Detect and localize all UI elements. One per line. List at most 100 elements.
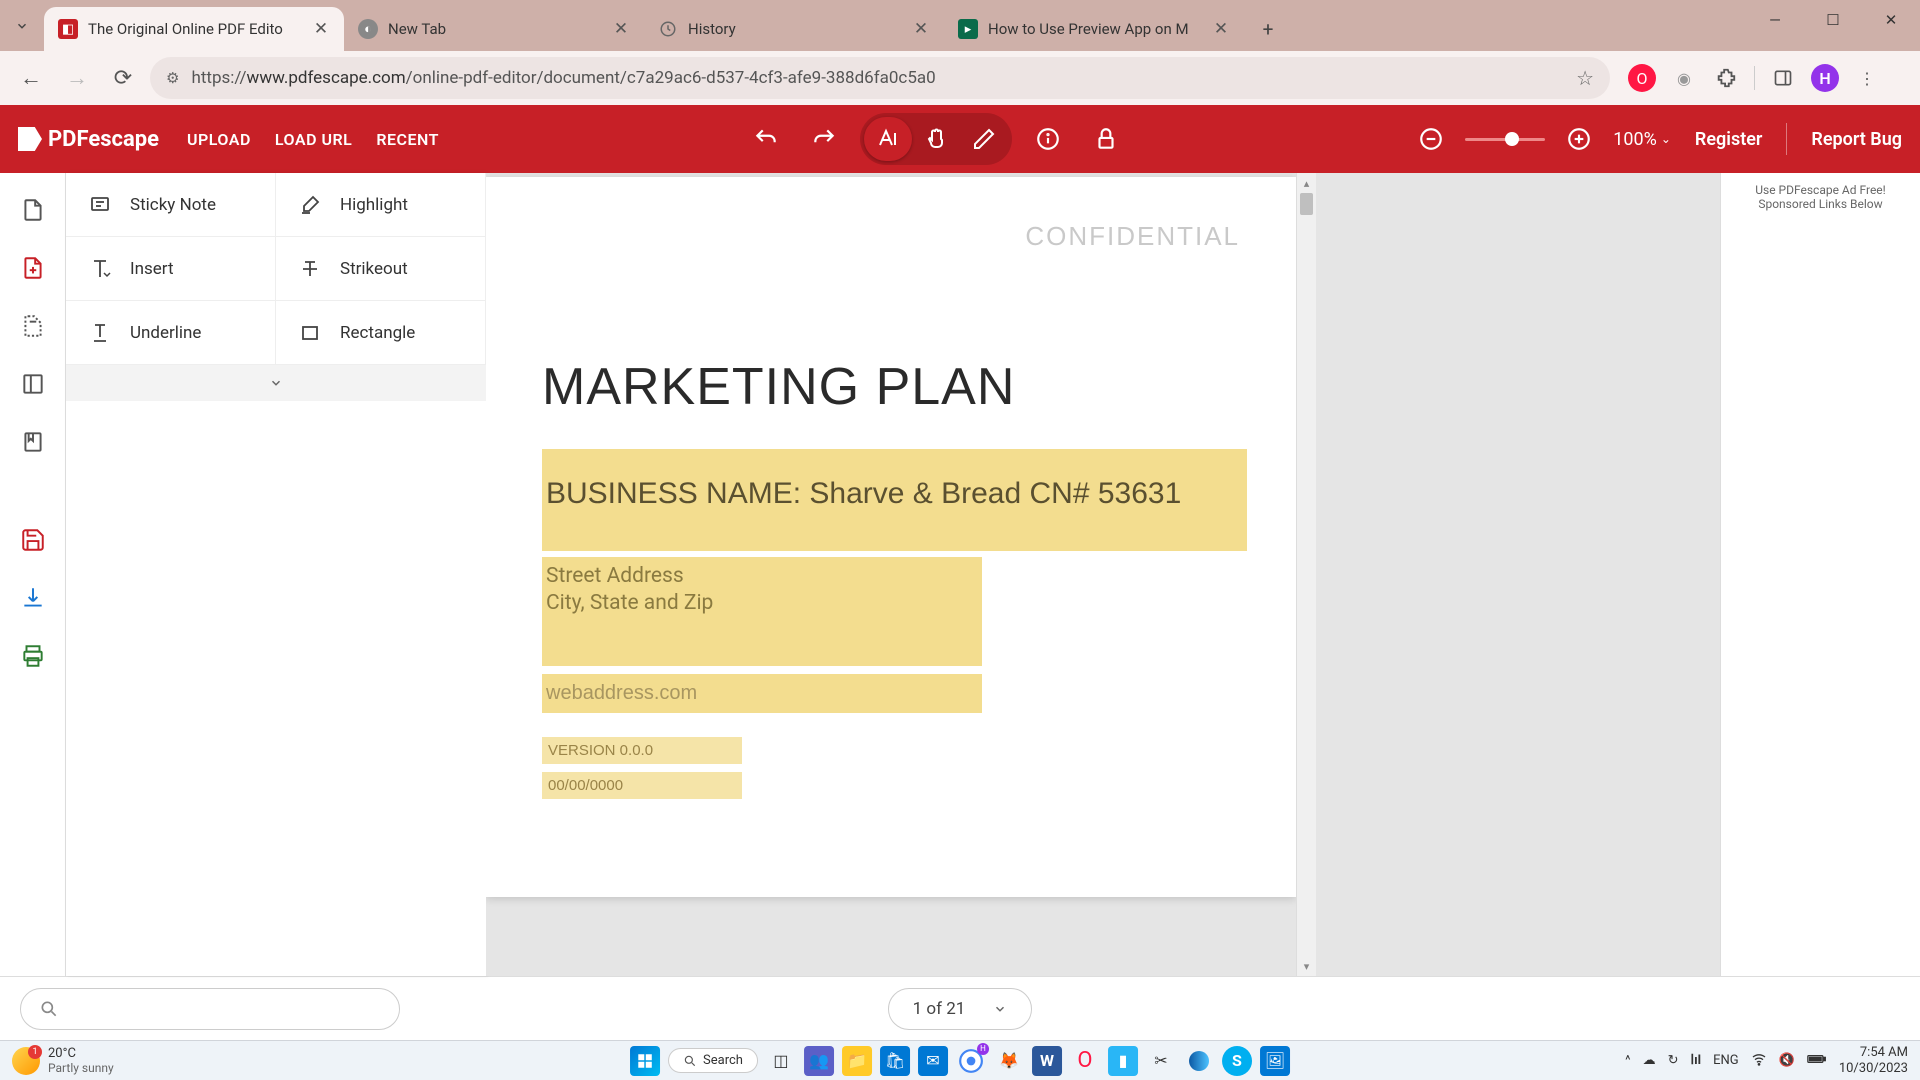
chrome-menu-icon[interactable]: ⋮ [1853,64,1881,92]
separator [1754,66,1755,90]
volume-icon[interactable]: 🔇 [1779,1053,1795,1068]
annotate-tool-button[interactable] [0,239,66,297]
thumbnails-button[interactable] [0,355,66,413]
rectangle-tool[interactable]: Rectangle [276,301,486,365]
close-icon[interactable]: ✕ [912,20,930,38]
city-state-zip: City, State and Zip [546,590,978,617]
lock-button[interactable] [1084,117,1128,161]
extension-icon[interactable]: ◉ [1670,64,1698,92]
store-icon[interactable]: 🛍 [880,1046,910,1076]
bookmark-star-icon[interactable]: ☆ [1576,66,1594,90]
insert-page-button[interactable] [0,297,66,355]
close-icon[interactable]: ✕ [612,20,630,38]
strikeout-tool[interactable]: Strikeout [276,237,486,301]
battery-icon[interactable] [1807,1052,1827,1070]
tab-history[interactable]: History ✕ [644,7,944,51]
redo-button[interactable] [802,117,846,161]
search-label: Search [703,1053,743,1068]
mail-icon[interactable]: ✉ [918,1046,948,1076]
start-button[interactable] [630,1046,660,1076]
info-button[interactable] [1026,117,1070,161]
expand-tools-button[interactable] [66,365,486,401]
snipping-tool-icon[interactable]: ✂ [1146,1046,1176,1076]
window-close-button[interactable]: ✕ [1862,0,1920,40]
close-icon[interactable]: ✕ [312,20,330,38]
reload-button[interactable]: ⟳ [104,59,142,97]
scroll-thumb[interactable] [1300,193,1313,215]
forward-button[interactable]: → [58,59,96,97]
sticky-note-icon [88,193,112,217]
document-canvas[interactable]: CONFIDENTIAL MARKETING PLAN BUSINESS NAM… [486,173,1720,976]
pdf-page[interactable]: CONFIDENTIAL MARKETING PLAN BUSINESS NAM… [486,177,1296,897]
draw-mode-button[interactable] [960,117,1008,161]
photos-icon[interactable]: 🖼 [1260,1046,1290,1076]
zoom-slider[interactable] [1465,138,1545,141]
globe-favicon-icon: ◐ [358,19,378,39]
zoom-in-button[interactable] [1557,117,1601,161]
edge-icon[interactable] [1184,1046,1214,1076]
highlight-tool[interactable]: Highlight [276,173,486,237]
scroll-down-button[interactable]: ▾ [1297,956,1316,976]
sticky-note-tool[interactable]: Sticky Note [66,173,276,237]
word-icon[interactable]: W [1032,1046,1062,1076]
report-bug-link[interactable]: Report Bug [1811,129,1902,150]
upload-link[interactable]: UPLOAD [187,130,251,149]
tab-search-dropdown[interactable] [0,0,44,51]
firefox-icon[interactable]: 🦊 [994,1046,1024,1076]
skype-icon[interactable]: S [1222,1046,1252,1076]
page-tool-button[interactable] [0,181,66,239]
opera-extension-icon[interactable]: O [1628,64,1656,92]
back-button[interactable]: ← [12,59,50,97]
zoom-level-dropdown[interactable]: 100%⌄ [1613,129,1671,150]
vertical-scrollbar[interactable]: ▴ ▾ [1296,173,1316,976]
teams-icon[interactable]: 👥 [804,1046,834,1076]
insert-text-icon [88,257,112,281]
site-settings-icon[interactable]: ⚙ [166,69,179,87]
file-explorer-icon[interactable]: 📁 [842,1046,872,1076]
language-indicator[interactable]: ENG [1713,1053,1739,1068]
analytics-icon[interactable]: ⅼıl [1690,1053,1701,1068]
undo-button[interactable] [744,117,788,161]
workspace: Sticky Note Highlight Insert Strikeout U… [0,173,1920,976]
tab-pdfescape[interactable]: ◧ The Original Online PDF Edito ✕ [44,7,344,51]
save-button[interactable] [0,511,66,569]
load-url-link[interactable]: LOAD URL [275,130,352,149]
tool-label: Sticky Note [130,195,216,215]
window-maximize-button[interactable]: ☐ [1804,0,1862,40]
close-icon[interactable]: ✕ [1212,20,1230,38]
print-button[interactable] [0,627,66,685]
chrome-icon[interactable]: H [956,1046,986,1076]
side-panel-icon[interactable] [1769,64,1797,92]
scroll-up-button[interactable]: ▴ [1297,173,1316,193]
weather-widget[interactable]: 1 20°C Partly sunny [12,1046,114,1075]
zoom-thumb[interactable] [1505,132,1519,146]
insert-tool[interactable]: Insert [66,237,276,301]
recent-link[interactable]: RECENT [376,130,439,149]
extensions-puzzle-icon[interactable] [1712,64,1740,92]
window-minimize-button[interactable]: — [1746,0,1804,40]
sync-icon[interactable]: ↻ [1668,1053,1679,1068]
underline-tool[interactable]: Underline [66,301,276,365]
search-input[interactable] [20,988,400,1030]
tab-new-tab[interactable]: ◐ New Tab ✕ [344,7,644,51]
download-button[interactable] [0,569,66,627]
clock[interactable]: 7:54 AM 10/30/2023 [1839,1045,1908,1076]
pan-mode-button[interactable] [912,117,960,161]
page-selector[interactable]: 1 of 21 [888,988,1033,1030]
task-view-button[interactable]: ◫ [766,1046,796,1076]
text-mode-button[interactable] [864,117,912,161]
url-field[interactable]: ⚙ https://www.pdfescape.com/online-pdf-e… [150,57,1610,99]
pdfescape-logo[interactable]: PDFescape [18,127,159,152]
zoom-out-button[interactable] [1409,117,1453,161]
taskbar-search[interactable]: Search [668,1048,758,1073]
register-link[interactable]: Register [1695,129,1763,150]
bookmarks-button[interactable] [0,413,66,471]
wifi-icon[interactable] [1751,1051,1767,1071]
opera-icon[interactable]: O [1070,1046,1100,1076]
onedrive-icon[interactable]: ☁ [1643,1053,1656,1068]
profile-avatar[interactable]: H [1811,64,1839,92]
new-tab-button[interactable]: + [1250,11,1286,47]
tab-preview-help[interactable]: ▸ How to Use Preview App on M ✕ [944,7,1244,51]
tray-chevron-icon[interactable]: ^ [1625,1053,1630,1068]
app-icon[interactable]: ▮ [1108,1046,1138,1076]
